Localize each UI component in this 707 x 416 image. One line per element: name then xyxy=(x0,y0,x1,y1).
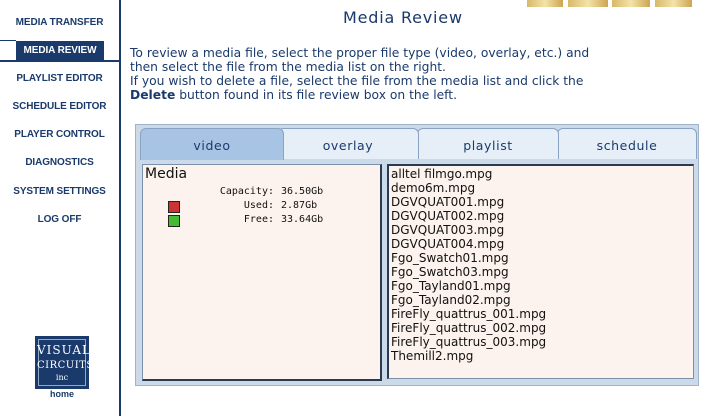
file-item[interactable]: Fgo_Swatch03.mpg xyxy=(391,265,693,279)
file-item[interactable]: Fgo_Tayland01.mpg xyxy=(391,279,693,293)
logo-line: CIRCUITS xyxy=(37,360,94,371)
instructions-line: then select the file from the media list… xyxy=(130,60,446,74)
media-file-list[interactable]: alltel filmgo.mpg demo6m.mpg DGVQUAT001.… xyxy=(387,164,694,379)
tab-video[interactable]: video xyxy=(140,128,284,160)
free-color-swatch xyxy=(168,215,180,227)
nav-playlist-editor[interactable]: PLAYLIST EDITOR xyxy=(0,69,119,89)
file-item[interactable]: DGVQUAT004.mpg xyxy=(391,237,693,251)
file-item[interactable]: Fgo_Swatch01.mpg xyxy=(391,251,693,265)
page-title: Media Review xyxy=(343,8,463,27)
nav-divider xyxy=(0,60,119,62)
free-value: 33.64Gb xyxy=(281,214,324,225)
tab-playlist[interactable]: playlist xyxy=(417,128,559,159)
header-decoration xyxy=(655,0,692,7)
header-decoration xyxy=(527,0,563,7)
media-review-panel: schedule playlist overlay video Media Ca… xyxy=(135,124,699,386)
logo-line: VISUAL xyxy=(37,343,92,357)
file-item[interactable]: Themill2.mpg xyxy=(391,349,693,363)
header-decoration xyxy=(612,0,650,7)
file-item[interactable]: FireFly_quattrus_003.mpg xyxy=(391,335,693,349)
delete-keyword: Delete xyxy=(130,88,176,102)
instructions-line: If you wish to delete a file, select the… xyxy=(130,74,584,88)
logo-line: inc xyxy=(55,373,69,382)
file-item[interactable]: demo6m.mpg xyxy=(391,181,693,195)
nav-schedule-editor[interactable]: SCHEDULE EDITOR xyxy=(0,97,119,117)
tab-schedule[interactable]: schedule xyxy=(557,128,697,159)
header-decoration xyxy=(568,0,608,7)
capacity-value: 36.50Gb xyxy=(281,186,324,197)
used-label: Used: xyxy=(243,200,274,211)
stats-title: Media xyxy=(145,166,188,182)
home-link[interactable]: home xyxy=(35,389,89,399)
free-row: Free: 33.64Gb xyxy=(143,214,381,228)
used-color-swatch xyxy=(168,201,180,213)
file-item[interactable]: DGVQUAT002.mpg xyxy=(391,209,693,223)
tab-overlay[interactable]: overlay xyxy=(277,128,419,159)
nav-system-settings[interactable]: SYSTEM SETTINGS xyxy=(0,182,119,202)
visual-circuits-logo[interactable]: VISUAL CIRCUITS inc xyxy=(35,336,94,389)
file-item[interactable]: FireFly_quattrus_002.mpg xyxy=(391,321,693,335)
file-item[interactable]: DGVQUAT001.mpg xyxy=(391,195,693,209)
nav-player-control[interactable]: PLAYER CONTROL xyxy=(0,125,119,145)
capacity-row: Capacity: 36.50Gb xyxy=(143,186,381,200)
nav-media-transfer[interactable]: MEDIA TRANSFER xyxy=(0,13,119,33)
capacity-label: Capacity: xyxy=(219,186,274,197)
instructions-text: To review a media file, select the prope… xyxy=(130,46,700,102)
sidebar: MEDIA TRANSFER MEDIA REVIEW PLAYLIST EDI… xyxy=(0,0,121,416)
media-stats-box: Media Capacity: 36.50Gb Used: 2.87Gb Fre… xyxy=(142,164,382,381)
instructions-text-tail: button found in its file review box on t… xyxy=(175,88,458,102)
file-item[interactable]: alltel filmgo.mpg xyxy=(391,167,693,181)
file-item[interactable]: Fgo_Tayland02.mpg xyxy=(391,293,693,307)
nav-divider xyxy=(0,40,16,41)
instructions-line: To review a media file, select the prope… xyxy=(130,46,590,60)
used-row: Used: 2.87Gb xyxy=(143,200,381,214)
free-label: Free: xyxy=(243,214,274,225)
nav-log-off[interactable]: LOG OFF xyxy=(0,210,119,230)
instructions-line: Delete button found in its file review b… xyxy=(130,88,700,102)
file-item[interactable]: DGVQUAT003.mpg xyxy=(391,223,693,237)
used-value: 2.87Gb xyxy=(281,200,318,211)
nav-diagnostics[interactable]: DIAGNOSTICS xyxy=(0,153,119,173)
nav-media-review[interactable]: MEDIA REVIEW xyxy=(16,41,104,61)
file-item[interactable]: FireFly_quattrus_001.mpg xyxy=(391,307,693,321)
